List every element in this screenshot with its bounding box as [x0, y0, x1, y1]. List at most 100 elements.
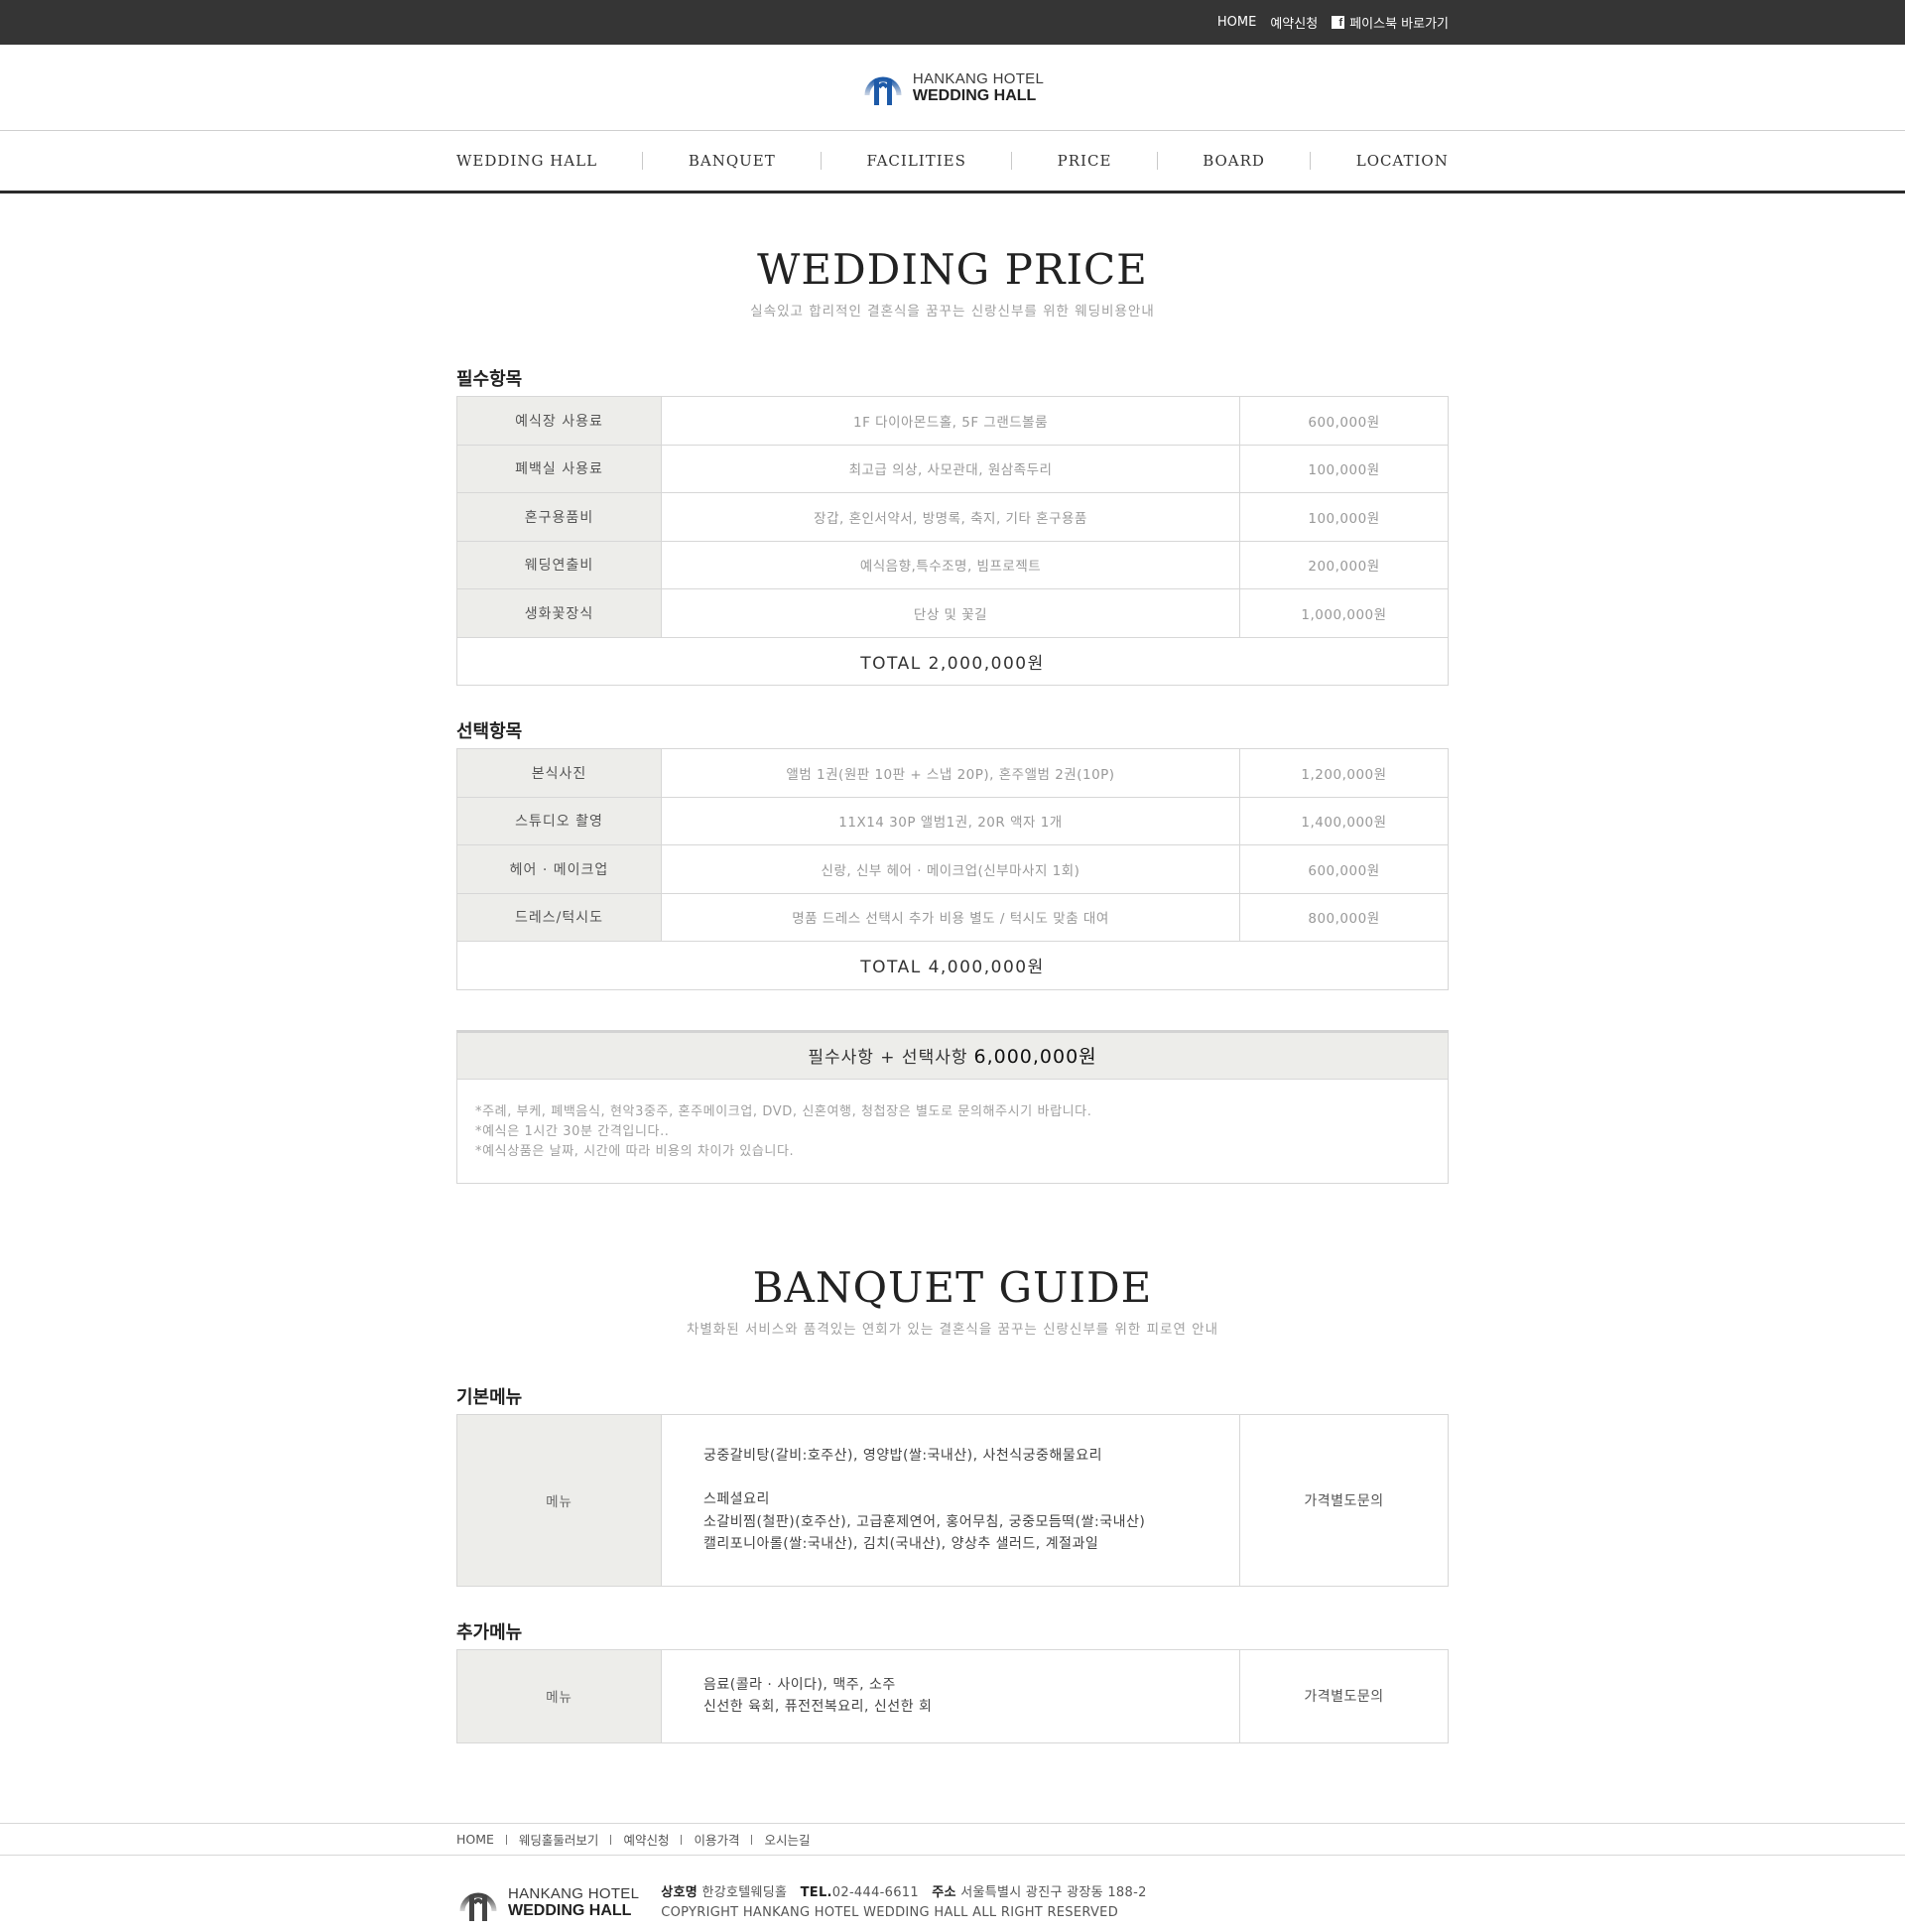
address-label: 주소: [932, 1884, 956, 1900]
nav-item-price[interactable]: PRICE: [1058, 152, 1112, 170]
nav-item-facilities[interactable]: FACILITIES: [867, 152, 966, 170]
nav-divider: [821, 152, 823, 170]
table-row: 혼구용품비 장갑, 혼인서약서, 방명록, 축지, 기타 혼구용품 100,00…: [456, 492, 1449, 542]
basic-menu-list: 궁중갈비탕(갈비:호주산), 영양밥(쌀:국내산), 사천식궁중해물요리 스페셜…: [661, 1413, 1240, 1587]
table-total-row: TOTAL 4,000,000원: [456, 941, 1449, 990]
optional-items-title: 선택항목: [456, 721, 523, 742]
nav-item-location[interactable]: LOCATION: [1356, 152, 1449, 170]
required-items-table: 예식장 사용료 1F 다이아몬드홀, 5F 그랜드볼룸 600,000원 폐백실…: [456, 396, 1449, 686]
facebook-icon: f: [1332, 16, 1345, 29]
footer-link-reservation[interactable]: 예약신청: [623, 1830, 669, 1849]
reservation-link-label: 예약신청: [1270, 17, 1319, 32]
row-description: 최고급 의상, 사모관대, 원삼족두리: [661, 444, 1240, 493]
hotel-logo-icon: [459, 1892, 497, 1921]
tel-number: 02-444-6611: [831, 1884, 919, 1900]
main-nav: WEDDING HALL BANQUET FACILITIES PRICE BO…: [0, 131, 1905, 193]
footer-link-tour[interactable]: 웨딩홀둘러보기: [519, 1830, 599, 1849]
nav-item-board[interactable]: BOARD: [1203, 152, 1265, 170]
copyright: COPYRIGHT HANKANG HOTEL WEDDING HALL ALL…: [661, 1904, 1118, 1920]
footer-link-price[interactable]: 이용가격: [694, 1830, 739, 1849]
row-description: 11X14 30P 앨범1권, 20R 액자 1개: [661, 796, 1240, 845]
reservation-link[interactable]: 예약신청: [1270, 13, 1318, 32]
optional-items-table: 본식사진 앨범 1권(원판 10판 + 스냅 20P), 혼주앨범 2권(10P…: [456, 748, 1449, 990]
menu-line: 소갈비찜(철판)(호주산), 고급훈제연어, 홍어무침, 궁중모듬떡(쌀:국내산…: [703, 1513, 1146, 1530]
banquet-guide-subtitle: 차별화된 서비스와 품격있는 연회가 있는 결혼식을 꿈꾸는 신랑신부를 위한 …: [686, 1321, 1219, 1338]
row-price: 1,200,000원: [1239, 748, 1449, 798]
table-total-row: TOTAL 2,000,000원: [456, 636, 1449, 686]
wedding-price-title: WEDDING PRICE: [757, 245, 1148, 294]
logo-line1: HANKANG HOTEL: [912, 69, 1045, 87]
table-row: 스튜디오 촬영 11X14 30P 앨범1권, 20R 액자 1개 1,400,…: [456, 796, 1449, 845]
menu-label: 메뉴: [456, 1413, 662, 1587]
row-price: 600,000원: [1239, 396, 1449, 446]
row-description: 단상 및 꽃길: [661, 588, 1240, 638]
row-price: 1,000,000원: [1239, 588, 1449, 638]
row-label: 스튜디오 촬영: [456, 796, 662, 845]
basic-menu-table: 메뉴 궁중갈비탕(갈비:호주산), 영양밥(쌀:국내산), 사천식궁중해물요리 …: [456, 1413, 1449, 1587]
row-label: 혼구용품비: [456, 492, 662, 542]
menu-line: 궁중갈비탕(갈비:호주산), 영양밥(쌀:국내산), 사천식궁중해물요리: [703, 1447, 1102, 1464]
nav-item-wedding-hall[interactable]: WEDDING HALL: [456, 152, 597, 170]
top-bar: HOME 예약신청 f 페이스북 바로가기: [0, 0, 1905, 45]
facebook-link[interactable]: f 페이스북 바로가기: [1332, 13, 1449, 32]
row-price: 100,000원: [1239, 444, 1449, 493]
home-link[interactable]: HOME: [1217, 15, 1256, 30]
footer-logo-line1: HANKANG HOTEL: [508, 1885, 640, 1902]
footer-divider: [505, 1834, 507, 1845]
price-note: *주례, 부케, 폐백음식, 현악3중주, 혼주메이크업, DVD, 신혼여행,…: [475, 1103, 1092, 1119]
footer-divider: [610, 1834, 612, 1845]
row-price: 800,000원: [1239, 892, 1449, 942]
table-row: 웨딩연출비 예식음향,특수조명, 빔프로젝트 200,000원: [456, 540, 1449, 589]
menu-line: 음료(콜라 · 사이다), 맥주, 소주: [703, 1676, 896, 1693]
table-row: 드레스/턱시도 명품 드레스 선택시 추가 비용 별도 / 턱시도 맞춤 대여 …: [456, 892, 1449, 942]
row-description: 1F 다이아몬드홀, 5F 그랜드볼룸: [661, 396, 1240, 446]
header: HANKANG HOTEL WEDDING HALL: [0, 45, 1905, 131]
price-note: *예식은 1시간 30분 간격입니다..: [475, 1123, 670, 1139]
price-note: *예식상품은 날짜, 시간에 따라 비용의 차이가 있습니다.: [475, 1143, 795, 1159]
company-info: 상호명 한강호텔웨딩홀 TEL.02-444-6611 주소 서울특별시 광진구…: [661, 1883, 1146, 1923]
nav-divider: [1156, 152, 1158, 170]
company-name-label: 상호명: [661, 1884, 698, 1900]
address: 서울특별시 광진구 광장동 188-2: [960, 1884, 1147, 1900]
row-description: 예식음향,특수조명, 빔프로젝트: [661, 540, 1240, 589]
nav-divider: [642, 152, 644, 170]
required-total: TOTAL 2,000,000원: [456, 636, 1449, 686]
row-price: 100,000원: [1239, 492, 1449, 542]
row-label: 헤어 · 메이크업: [456, 844, 662, 894]
table-row: 예식장 사용료 1F 다이아몬드홀, 5F 그랜드볼룸 600,000원: [456, 396, 1449, 446]
menu-line: 캘리포니아롤(쌀:국내산), 김치(국내산), 양상추 샐러드, 계절과일: [703, 1536, 1099, 1552]
row-price: 200,000원: [1239, 540, 1449, 589]
nav-item-banquet[interactable]: BANQUET: [689, 152, 776, 170]
extra-menu-title: 추가메뉴: [456, 1621, 523, 1643]
extra-menu-table: 메뉴 음료(콜라 · 사이다), 맥주, 소주 신선한 육회, 퓨전전복요리, …: [456, 1648, 1449, 1743]
footer-links: HOME 웨딩홀둘러보기 예약신청 이용가격 오시는길: [0, 1822, 1905, 1856]
extra-menu-list: 음료(콜라 · 사이다), 맥주, 소주 신선한 육회, 퓨전전복요리, 신선한…: [661, 1648, 1240, 1743]
menu-label: 메뉴: [456, 1648, 662, 1743]
home-link-label: HOME: [1216, 15, 1257, 30]
row-label: 폐백실 사용료: [456, 444, 662, 493]
table-row: 생화꽃장식 단상 및 꽃길 1,000,000원: [456, 588, 1449, 638]
footer-divider: [681, 1834, 683, 1845]
basic-menu-title: 기본메뉴: [456, 1386, 523, 1408]
facebook-link-label: 페이스북 바로가기: [1349, 17, 1449, 32]
row-description: 명품 드레스 선택시 추가 비용 별도 / 턱시도 맞춤 대여: [661, 892, 1240, 942]
nav-divider: [1310, 152, 1312, 170]
price-notes: *주례, 부케, 폐백음식, 현악3중주, 혼주메이크업, DVD, 신혼여행,…: [457, 1080, 1448, 1183]
footer-divider: [751, 1834, 753, 1845]
footer-link-location[interactable]: 오시는길: [764, 1830, 810, 1849]
row-price: 1,400,000원: [1239, 796, 1449, 845]
footer-link-home[interactable]: HOME: [456, 1832, 494, 1847]
table-row: 메뉴 음료(콜라 · 사이다), 맥주, 소주 신선한 육회, 퓨전전복요리, …: [456, 1648, 1449, 1743]
table-row: 본식사진 앨범 1권(원판 10판 + 스냅 20P), 혼주앨범 2권(10P…: [456, 748, 1449, 798]
optional-total: TOTAL 4,000,000원: [456, 941, 1449, 990]
menu-price: 가격별도문의: [1239, 1413, 1449, 1587]
row-label: 생화꽃장식: [456, 588, 662, 638]
row-label: 드레스/턱시도: [456, 892, 662, 942]
site-logo[interactable]: HANKANG HOTEL WEDDING HALL: [861, 65, 1044, 109]
main-content: WEDDING PRICE 실속있고 합리적인 결혼식을 꿈꾸는 신랑신부를 위…: [456, 245, 1449, 1743]
menu-line-spacer: [703, 1467, 1198, 1488]
table-row: 헤어 · 메이크업 신랑, 신부 헤어 · 메이크업(신부마사지 1회) 600…: [456, 844, 1449, 894]
company-name: 한강호텔웨딩홀: [701, 1884, 788, 1900]
row-label: 본식사진: [456, 748, 662, 798]
hotel-logo-icon: [864, 76, 902, 105]
